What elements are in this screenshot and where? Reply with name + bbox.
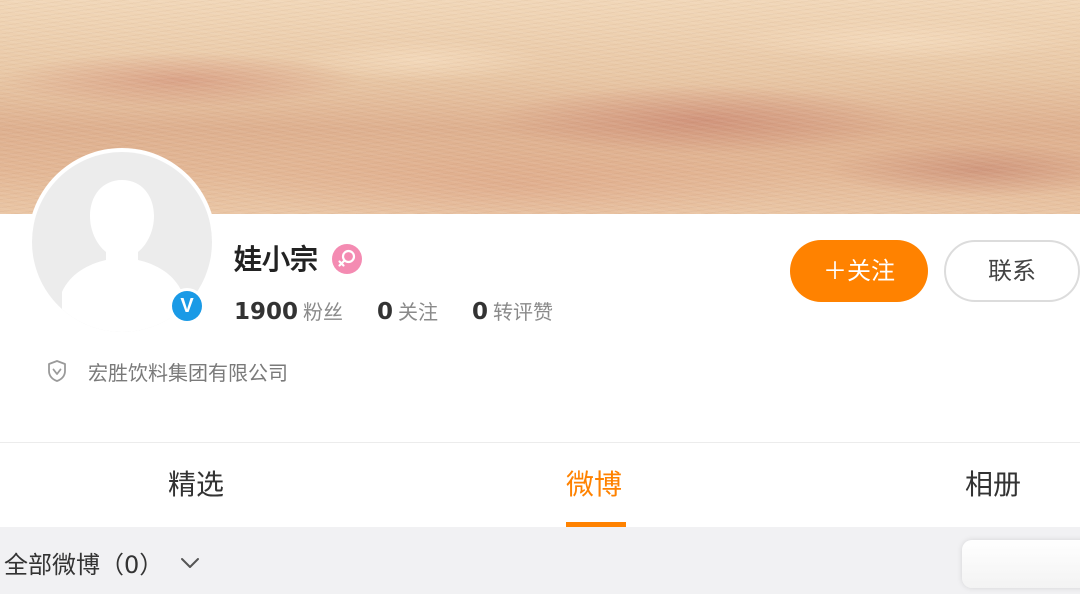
stat-value: 1900 <box>234 298 299 325</box>
verified-badge: V <box>169 288 205 324</box>
stat-followers[interactable]: 1900 粉丝 <box>234 296 343 325</box>
follow-button[interactable]: ＋关注 <box>790 240 928 302</box>
weibo-profile-page: V 娃小宗 1900 粉丝 0 关注 0 转评赞 ＋关注 联系 宏胜饮料集团有限… <box>0 0 1080 594</box>
floating-widget[interactable] <box>962 540 1080 588</box>
profile-name: 娃小宗 <box>234 243 319 276</box>
company-info: 宏胜饮料集团有限公司 <box>46 354 288 388</box>
shield-icon <box>48 360 66 382</box>
stat-value: 0 <box>472 298 489 325</box>
tab-weibo[interactable]: 微博 <box>566 443 622 527</box>
tab-album[interactable]: 相册 <box>965 443 1021 527</box>
tab-featured[interactable]: 精选 <box>168 443 224 527</box>
contact-button[interactable]: 联系 <box>944 240 1080 302</box>
chevron-down-icon[interactable] <box>180 556 200 570</box>
profile-stats: 1900 粉丝 0 关注 0 转评赞 <box>234 292 587 328</box>
filter-dropdown[interactable]: 全部微博（0） <box>4 548 163 582</box>
profile-tabs: 精选 微博 相册 <box>0 443 1080 527</box>
company-name: 宏胜饮料集团有限公司 <box>88 360 288 385</box>
female-icon <box>332 244 362 274</box>
verified-v-icon: V <box>172 291 202 321</box>
stat-interactions[interactable]: 0 转评赞 <box>472 296 553 325</box>
stat-value: 0 <box>377 298 394 325</box>
stat-following[interactable]: 0 关注 <box>377 296 438 325</box>
stat-label: 关注 <box>398 299 439 324</box>
stat-label: 转评赞 <box>493 299 554 324</box>
stat-label: 粉丝 <box>303 299 344 324</box>
